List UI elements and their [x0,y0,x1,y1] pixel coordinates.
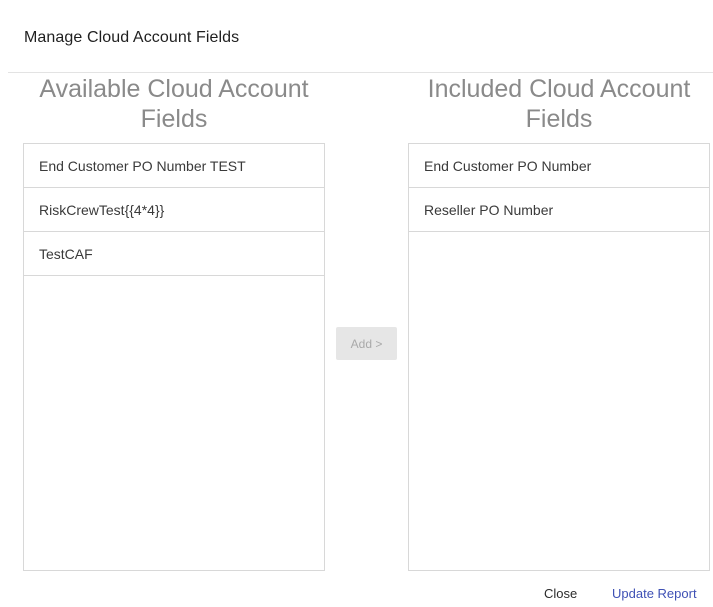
available-heading-line-1: Available Cloud Account [39,75,309,103]
included-fields-heading: Included Cloud Account Fields [408,74,710,134]
included-heading-line-1: Included Cloud Account [427,75,691,103]
included-field-item[interactable]: End Customer PO Number [409,144,709,188]
available-field-item[interactable]: RiskCrewTest{{4*4}} [24,188,324,232]
available-fields-list[interactable]: End Customer PO Number TEST RiskCrewTest… [23,143,325,571]
available-fields-heading: Available Cloud Account Fields [24,74,324,134]
available-field-item[interactable]: End Customer PO Number TEST [24,144,324,188]
available-field-item[interactable]: TestCAF [24,232,324,276]
update-report-button[interactable]: Update Report [612,586,697,601]
title-divider [8,72,713,73]
included-fields-list[interactable]: End Customer PO Number Reseller PO Numbe… [408,143,710,571]
manage-fields-dialog: Manage Cloud Account Fields Available Cl… [0,0,713,607]
add-button[interactable]: Add > [336,327,397,360]
included-field-item[interactable]: Reseller PO Number [409,188,709,232]
close-button[interactable]: Close [544,586,577,601]
included-heading-line-2: Fields [525,105,593,133]
dialog-title: Manage Cloud Account Fields [24,29,240,46]
available-heading-line-2: Fields [140,105,208,133]
